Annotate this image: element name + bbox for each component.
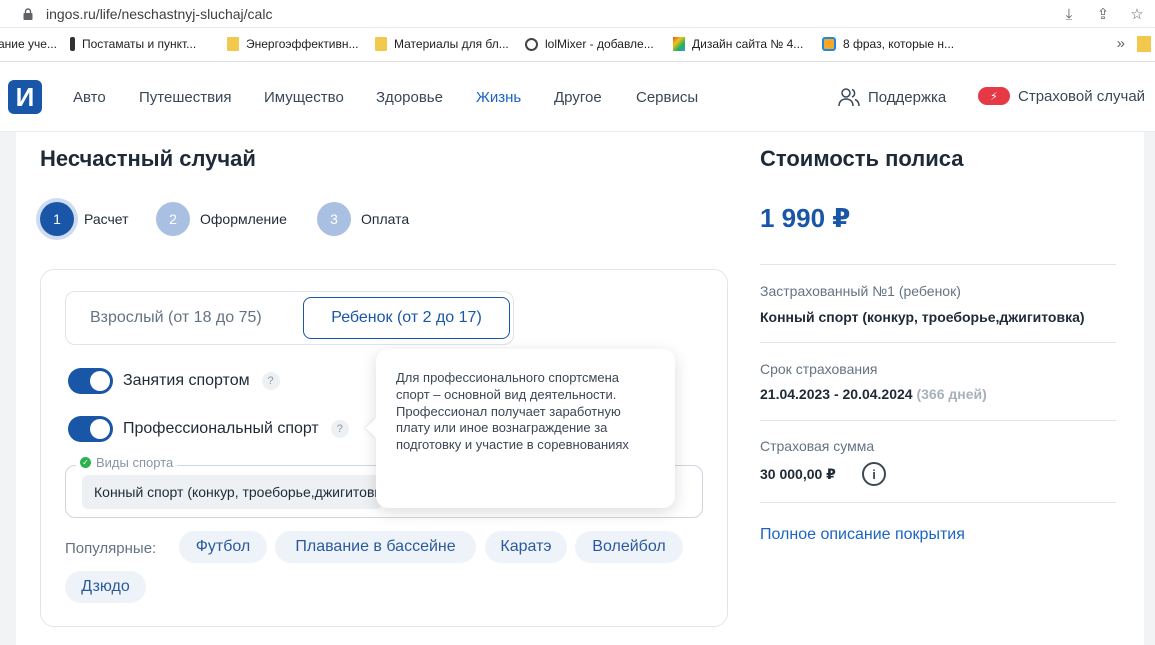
folder-icon[interactable]	[1137, 36, 1151, 52]
bookmark-label: ание уче...	[0, 37, 57, 51]
bookmark-item[interactable]: Дизайн сайта № 4...	[673, 37, 803, 51]
divider	[760, 502, 1116, 503]
help-icon[interactable]: ?	[330, 420, 349, 438]
sport-type-label: Виды спорта	[96, 455, 174, 470]
popular-chip-swimming[interactable]: Плавание в бассейне	[275, 531, 476, 563]
step-payment: 3 Оплата	[317, 202, 409, 236]
divider	[760, 264, 1116, 265]
step-number: 2	[156, 202, 190, 236]
url-text[interactable]: ingos.ru/life/neschastnyj-sluchaj/calc	[46, 6, 272, 22]
page-title: Несчастный случай	[40, 146, 256, 171]
insured-label: Застрахованный №1 (ребенок)	[760, 283, 961, 299]
bookmark-label: 8 фраз, которые н...	[843, 37, 955, 51]
nav-health[interactable]: Здоровье	[376, 89, 443, 106]
bookmark-star-icon[interactable]: ☆	[1127, 4, 1147, 24]
popular-chip-football[interactable]: Футбол	[179, 531, 267, 563]
nav-travel[interactable]: Путешествия	[139, 89, 232, 106]
step-number: 1	[40, 202, 74, 236]
sum-insured-label: Страховая сумма	[760, 438, 875, 454]
lightning-icon: ⚡	[978, 87, 1010, 105]
plus-badge-icon	[822, 37, 836, 51]
term-value-row: 21.04.2023 - 20.04.2024 (366 дней)	[760, 386, 987, 402]
share-icon[interactable]: ⇪	[1093, 4, 1113, 24]
help-icon[interactable]: ?	[261, 372, 280, 390]
support-link[interactable]: Поддержка	[838, 87, 946, 107]
sport-toggle-row: Занятия спортом ?	[68, 368, 280, 394]
lock-icon	[23, 8, 33, 20]
bookmark-label: Постаматы и пункт...	[82, 37, 197, 51]
pro-sport-toggle-row: Профессиональный спорт ?	[68, 416, 349, 442]
bookmark-item[interactable]: ание уче...	[0, 37, 57, 51]
pro-sport-tooltip: Для профессионального спортсмена спорт –…	[376, 349, 675, 508]
install-icon[interactable]: ⤓	[1059, 4, 1079, 24]
segment-adult[interactable]: Взрослый (от 18 до 75)	[90, 309, 262, 327]
colorful-cube-icon	[673, 37, 685, 51]
bookmark-label: Материалы для бл...	[394, 37, 509, 51]
folder-icon	[375, 37, 387, 51]
step-label: Оформление	[200, 211, 287, 227]
popular-chip-judo[interactable]: Дзюдо	[65, 571, 146, 603]
nav-other[interactable]: Другое	[554, 89, 602, 106]
check-icon: ✓	[80, 457, 91, 468]
ingos-logo[interactable]: И	[8, 80, 42, 114]
selected-sport-chip[interactable]: Конный спорт (конкур, троеборье,джигитов…	[82, 475, 382, 509]
site-header: И Авто Путешествия Имущество Здоровье Жи…	[0, 62, 1155, 132]
popular-chip-volleyball[interactable]: Волейбол	[575, 531, 683, 563]
popular-label: Популярные:	[65, 540, 157, 557]
toggle-knob	[90, 371, 110, 391]
bookmark-label: Энергоэффективн...	[246, 37, 359, 51]
nav-services[interactable]: Сервисы	[636, 89, 698, 106]
divider	[760, 420, 1116, 421]
bookmark-label: Дизайн сайта № 4...	[692, 37, 804, 51]
users-icon	[838, 88, 860, 107]
policy-cost-title: Стоимость полиса	[760, 146, 964, 171]
term-days: (366 дней)	[916, 386, 987, 402]
full-coverage-link[interactable]: Полное описание покрытия	[760, 526, 965, 544]
bookmark-item[interactable]: Энергоэффективн...	[227, 37, 359, 51]
folder-icon	[227, 37, 239, 51]
divider	[760, 342, 1116, 343]
sum-insured-value: 30 000,00 ₽	[760, 466, 836, 482]
bookmark-label: lolMixer - добавле...	[545, 37, 654, 51]
bookmark-item[interactable]: 8 фраз, которые н...	[822, 37, 954, 51]
bookmarks-bar: ание уче... Постаматы и пункт... Энергоэ…	[0, 28, 1155, 62]
info-icon[interactable]: i	[862, 462, 886, 486]
step-label: Расчет	[84, 211, 129, 227]
insurance-claim-link[interactable]: ⚡ Страховой случай	[978, 87, 1145, 105]
sport-toggle-label: Занятия спортом	[123, 372, 250, 389]
support-label: Поддержка	[868, 88, 947, 106]
claim-label: Страховой случай	[1018, 87, 1146, 105]
globe-icon	[525, 37, 538, 51]
nav-property[interactable]: Имущество	[264, 89, 344, 106]
step-calc: 1 Расчет	[40, 202, 129, 236]
segment-child[interactable]: Ребенок (от 2 до 17)	[303, 297, 510, 339]
term-value: 21.04.2023 - 20.04.2024	[760, 386, 913, 402]
policy-price: 1 990 ₽	[760, 203, 851, 233]
bookmark-item[interactable]: Постаматы и пункт...	[70, 37, 196, 51]
pro-sport-toggle-label: Профессиональный спорт	[123, 420, 319, 437]
pro-sport-toggle[interactable]	[68, 416, 113, 442]
insured-value: Конный спорт (конкур, троеборье,джигитов…	[760, 309, 1085, 325]
step-number: 3	[317, 202, 351, 236]
pin-icon	[70, 37, 75, 51]
bookmark-item[interactable]: Материалы для бл...	[375, 37, 509, 51]
toggle-knob	[90, 419, 110, 439]
step-label: Оплата	[361, 211, 410, 227]
sport-type-legend: ✓ Виды спорта	[76, 455, 178, 470]
sport-toggle[interactable]	[68, 368, 113, 394]
browser-address-bar: ingos.ru/life/neschastnyj-sluchaj/calc ⤓…	[0, 0, 1155, 28]
popular-chip-karate[interactable]: Каратэ	[485, 531, 567, 563]
nav-life[interactable]: Жизнь	[476, 89, 521, 106]
nav-auto[interactable]: Авто	[73, 89, 106, 106]
step-registration: 2 Оформление	[156, 202, 287, 236]
term-label: Срок страхования	[760, 361, 878, 377]
more-bookmarks-icon[interactable]: »	[1117, 35, 1125, 52]
bookmark-item[interactable]: lolMixer - добавле...	[525, 37, 654, 51]
